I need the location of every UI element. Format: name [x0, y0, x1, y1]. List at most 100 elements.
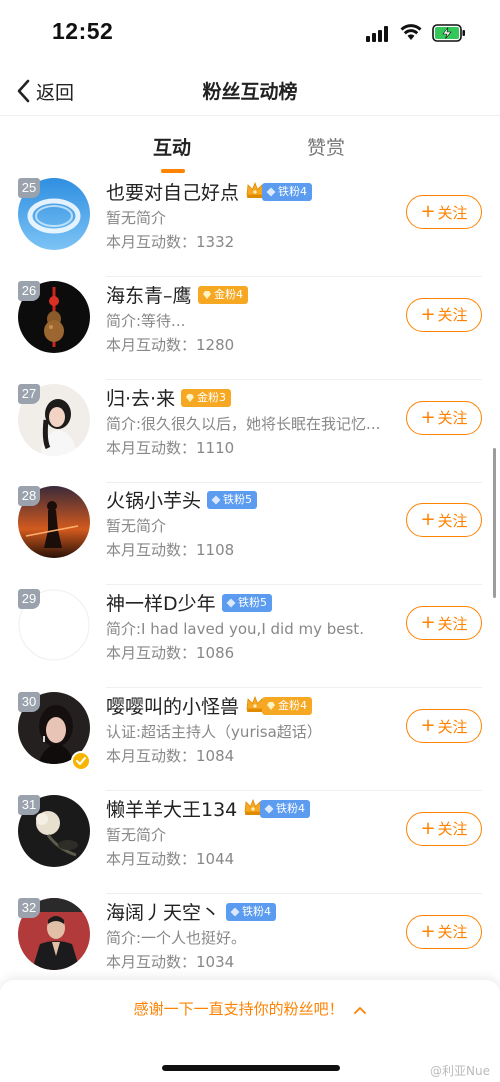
fan-level-badge: 铁粉5	[222, 594, 272, 613]
iron-fan-icon	[266, 187, 276, 197]
active-tab-indicator	[161, 169, 185, 173]
rank-badge: 29	[18, 589, 40, 610]
fan-bio: 暂无简介	[106, 209, 167, 227]
battery-charging-icon	[432, 24, 465, 42]
follow-label: 关注	[437, 409, 468, 428]
page-title: 粉丝互动榜	[202, 81, 298, 103]
gold-fan-icon	[203, 290, 211, 299]
fan-level-label: 铁粉5	[223, 493, 252, 507]
iron-fan-icon	[226, 598, 236, 608]
monthly-interaction-count: 本月互动数：1110	[106, 438, 235, 457]
fan-row[interactable]: 26 海东青–鹰 简介:等待... 本月互动数：1280 + 关注 金粉4	[0, 277, 500, 380]
fan-name[interactable]: 海东青–鹰	[106, 281, 192, 308]
plus-icon: +	[420, 201, 436, 222]
plus-icon: +	[420, 817, 436, 839]
monthly-interaction-count: 本月互动数：1332	[106, 233, 235, 251]
fan-level-label: 铁粉4	[242, 904, 271, 918]
fan-level-badge: 金粉4	[198, 285, 248, 304]
plus-icon: +	[420, 303, 436, 325]
follow-label: 关注	[437, 203, 468, 222]
fan-level-label: 金粉4	[278, 699, 307, 712]
fan-row[interactable]: 31 懒羊羊大王134 暂无简介 本月互动数：1044 + 关注 铁粉4	[0, 791, 500, 894]
follow-label: 关注	[437, 306, 468, 325]
fan-row[interactable]: 25 也要对自己好点 暂无简介 本月互动数：1332 + 关注 铁粉4	[0, 174, 500, 277]
fan-name[interactable]: 海阔丿天空丶	[106, 898, 220, 925]
follow-button[interactable]: + 关注	[406, 400, 482, 435]
fan-row[interactable]: 30 嘤嘤叫的小怪兽 认证:超话主持人（yurisa超话） 本月互动数：1084…	[0, 688, 500, 791]
follow-label: 关注	[437, 511, 468, 530]
fan-bio: 简介:很久很久以后，她将长眠在我记忆...	[106, 414, 381, 433]
rank-badge: 28	[18, 486, 40, 507]
fan-ranking-list[interactable]: 25 也要对自己好点 暂无简介 本月互动数：1332 + 关注 铁粉4 26 海…	[0, 174, 500, 980]
fan-row[interactable]: 32 海阔丿天空丶 简介:一个人也挺好。 本月互动数：1034 + 关注 铁粉4	[0, 894, 500, 980]
rank-badge: 30	[18, 692, 40, 712]
fan-name[interactable]: 火锅小芋头	[106, 486, 201, 513]
fan-bio: 暂无简介	[106, 517, 167, 536]
tab-bar: 互动 赞赏	[0, 117, 500, 173]
follow-button[interactable]: + 关注	[406, 709, 482, 743]
home-indicator	[162, 1065, 340, 1071]
plus-icon: +	[420, 715, 436, 736]
plus-icon: +	[420, 612, 436, 634]
fan-name[interactable]: 也要对自己好点	[106, 178, 239, 205]
fan-level-badge: 铁粉4	[260, 799, 310, 818]
iron-fan-icon	[211, 495, 221, 505]
follow-button[interactable]: + 关注	[406, 503, 482, 538]
rank-badge: 32	[18, 897, 40, 918]
fan-name[interactable]: 嘤嘤叫的小怪兽	[106, 692, 239, 719]
fan-level-badge: 铁粉4	[226, 902, 276, 921]
rank-badge: 25	[18, 178, 40, 198]
monthly-interaction-count: 本月互动数：1044	[106, 849, 235, 868]
fan-row[interactable]: 27 归·去·来 简介:很久很久以后，她将长眠在我记忆... 本月互动数：111…	[0, 380, 500, 483]
monthly-interaction-count: 本月互动数：1086	[106, 644, 235, 663]
monthly-interaction-count: 本月互动数：1084	[106, 747, 235, 765]
fan-level-label: 铁粉4	[276, 801, 305, 815]
thank-fans-link[interactable]: 感谢一下一直支持你的粉丝吧！	[0, 998, 500, 1019]
chevron-up-icon	[354, 1006, 367, 1014]
fan-row[interactable]: 28 火锅小芋头 暂无简介 本月互动数：1108 + 关注 铁粉5	[0, 482, 500, 586]
fan-bio: 认证:超话主持人（yurisa超话）	[106, 723, 322, 741]
plus-icon: +	[420, 406, 436, 428]
status-bar: 12:52	[0, 0, 500, 66]
watermark: @利亚Nue	[430, 1064, 490, 1078]
plus-icon: +	[420, 920, 436, 942]
scrollbar[interactable]	[493, 448, 496, 598]
iron-fan-icon	[264, 804, 274, 814]
tab-interaction[interactable]: 互动	[153, 133, 191, 160]
nav-bar: 返回 粉丝互动榜	[0, 66, 500, 116]
fan-name[interactable]: 懒羊羊大王134	[106, 795, 237, 822]
gold-fan-icon	[186, 393, 194, 402]
fan-level-badge: 铁粉5	[207, 491, 257, 510]
fan-level-badge: 铁粉4	[262, 183, 312, 201]
fan-level-label: 铁粉5	[238, 596, 267, 610]
follow-button[interactable]: + 关注	[406, 811, 482, 846]
follow-button[interactable]: + 关注	[406, 606, 482, 641]
fan-row[interactable]: 29 神一样D少年 简介:I had laved you,I did my be…	[0, 585, 500, 689]
fan-name[interactable]: 归·去·来	[106, 384, 175, 411]
follow-button[interactable]: + 关注	[406, 914, 482, 949]
footer-panel: 感谢一下一直支持你的粉丝吧！ @利亚Nue	[0, 980, 500, 1082]
thank-fans-text: 感谢一下一直支持你的粉丝吧！	[133, 1000, 344, 1018]
monthly-interaction-count: 本月互动数：1108	[106, 541, 235, 560]
fan-level-label: 金粉3	[197, 390, 226, 404]
gold-fan-icon	[267, 702, 275, 710]
monthly-interaction-count: 本月互动数：1280	[106, 335, 235, 354]
follow-button[interactable]: + 关注	[406, 297, 482, 332]
status-time: 12:52	[52, 18, 114, 44]
iron-fan-icon	[230, 907, 240, 917]
fan-level-badge: 金粉3	[181, 388, 231, 407]
verified-badge-icon	[71, 751, 91, 771]
tab-appreciation[interactable]: 赞赏	[307, 133, 345, 160]
fan-level-label: 金粉4	[214, 287, 243, 301]
follow-button[interactable]: + 关注	[406, 195, 482, 229]
follow-label: 关注	[437, 820, 468, 839]
signal-icon	[366, 26, 392, 42]
fan-level-label: 铁粉4	[278, 185, 307, 198]
follow-label: 关注	[437, 614, 468, 633]
wifi-icon	[400, 24, 422, 40]
fan-name[interactable]: 神一样D少年	[106, 589, 216, 616]
plus-icon: +	[420, 509, 436, 531]
follow-label: 关注	[437, 717, 468, 736]
fan-level-badge: 金粉4	[262, 697, 312, 715]
rank-badge: 27	[18, 383, 40, 404]
